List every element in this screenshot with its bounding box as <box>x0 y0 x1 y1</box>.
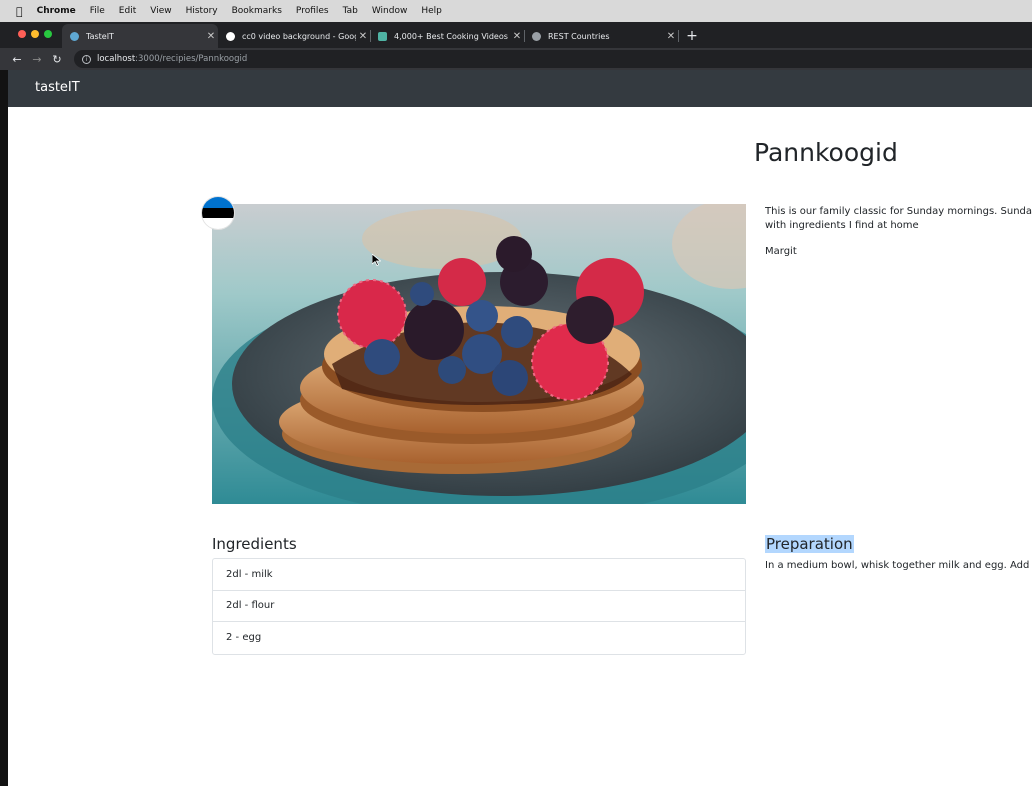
reload-icon[interactable]: ↻ <box>47 53 67 66</box>
menu-help[interactable]: Help <box>421 6 442 16</box>
tasteit-favicon-icon <box>70 31 79 41</box>
tab-cooking-videos[interactable]: 4,000+ Best Cooking Videos · ✕ <box>370 24 524 48</box>
browser-toolbar: ← → ↻ i localhost:3000/recipies/Pannkoog… <box>0 48 1032 70</box>
address-bar[interactable]: i localhost:3000/recipies/Pannkoogid <box>74 50 1032 68</box>
tab-title: REST Countries <box>548 31 610 41</box>
recipe-title: Pannkoogid <box>754 138 898 167</box>
apple-icon[interactable]:  <box>16 5 23 18</box>
window-minimize-button[interactable] <box>31 30 39 38</box>
tab-title: 4,000+ Best Cooking Videos · <box>394 31 510 41</box>
preparation-text: In a medium bowl, whisk together milk an… <box>765 560 1032 571</box>
recipe-photo-pancakes <box>212 204 746 504</box>
menu-file[interactable]: File <box>90 6 105 16</box>
mouse-cursor-icon <box>372 254 381 266</box>
brand-logo-link[interactable]: tasteIT <box>35 80 80 95</box>
tab-cc0-video[interactable]: cc0 video background - Googl ✕ <box>218 24 370 48</box>
window-close-button[interactable] <box>18 30 26 38</box>
menu-profiles[interactable]: Profiles <box>296 6 329 16</box>
recipe-author: Margit <box>765 246 797 257</box>
tab-tasteit[interactable]: TasteIT ✕ <box>62 24 218 48</box>
ingredient-item: 2 - egg <box>226 632 262 644</box>
google-favicon-icon <box>226 31 235 41</box>
recipe-page: Pannkoogid This is our family classic fo… <box>8 107 1032 786</box>
estonia-flag-icon <box>202 197 234 229</box>
ingredients-heading: Ingredients <box>212 535 297 553</box>
ingredients-list: 2dl - milk 2dl - flour 2 - egg <box>212 558 746 655</box>
tab-rest-countries[interactable]: REST Countries ✕ <box>524 24 678 48</box>
description-line: with ingredients I find at home <box>765 220 919 231</box>
back-arrow-icon[interactable]: ← <box>7 53 27 66</box>
tab-close-icon[interactable]: ✕ <box>204 31 218 42</box>
forward-arrow-icon[interactable]: → <box>27 53 47 66</box>
ingredient-item: 2dl - milk <box>213 559 745 591</box>
recipe-description: This is our family classic for Sunday mo… <box>765 205 1032 233</box>
ingredient-item: 2dl - flour <box>213 591 745 622</box>
site-info-icon[interactable]: i <box>82 54 91 64</box>
preparation-heading: Preparation <box>765 535 854 553</box>
new-tab-plus-icon[interactable]: + <box>684 25 700 47</box>
description-line: This is our family classic for Sunday mo… <box>765 206 1032 217</box>
pexels-favicon-icon <box>378 31 387 41</box>
tab-close-icon[interactable]: ✕ <box>664 31 678 42</box>
url-path: :3000/recipies/Pannkoogid <box>135 54 248 64</box>
window-zoom-button[interactable] <box>44 30 52 38</box>
menu-edit[interactable]: Edit <box>119 6 136 16</box>
url-host: localhost <box>97 54 136 64</box>
window-edge <box>0 70 8 786</box>
app-navbar: tasteIT <box>8 70 1032 107</box>
menu-view[interactable]: View <box>150 6 171 16</box>
tab-title: cc0 video background - Googl <box>242 31 356 41</box>
menu-tab[interactable]: Tab <box>343 6 358 16</box>
browser-tab-strip: TasteIT ✕ cc0 video background - Googl ✕… <box>0 22 1032 48</box>
menu-history[interactable]: History <box>186 6 218 16</box>
tab-close-icon[interactable]: ✕ <box>510 31 524 42</box>
tab-close-icon[interactable]: ✕ <box>356 31 370 42</box>
macos-menu-bar:  Chrome File Edit View History Bookmark… <box>0 0 1032 22</box>
globe-favicon-icon <box>532 31 541 41</box>
tab-separator <box>678 30 679 42</box>
menu-bookmarks[interactable]: Bookmarks <box>232 6 282 16</box>
menu-app-name[interactable]: Chrome <box>37 6 76 16</box>
menu-window[interactable]: Window <box>372 6 408 16</box>
tab-title: TasteIT <box>86 31 114 41</box>
